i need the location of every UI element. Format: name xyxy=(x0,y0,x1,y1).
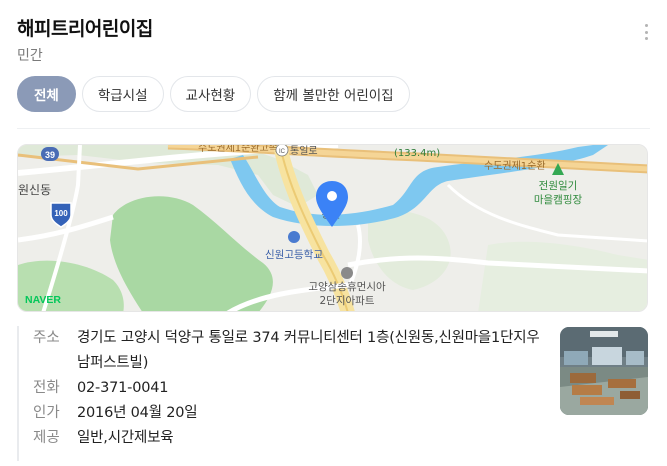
service-label: 제공 xyxy=(33,430,60,446)
phone-label: 전화 xyxy=(33,380,60,396)
approval-row: 인가 2016년 04월 20일 xyxy=(33,401,548,426)
camp-label-1: 전원일기 xyxy=(539,179,578,192)
naver-logo: NAVER xyxy=(25,294,61,306)
tab-bar: 전체 학급시설 교사현황 함께 볼만한 어린이집 xyxy=(17,76,410,112)
address-row: 주소 경기도 고양시 덕양구 통일로 374 커뮤니티센터 1층(신원동,신원마… xyxy=(33,326,548,376)
tongil-label: 통일로 xyxy=(290,145,318,157)
tab-teachers[interactable]: 교사현황 xyxy=(169,76,252,112)
approval-label: 인가 xyxy=(33,405,60,421)
facility-photo[interactable] xyxy=(560,327,648,415)
approval-value: 2016년 04월 20일 xyxy=(77,405,198,421)
divider xyxy=(17,128,650,129)
route-39-label: 39 xyxy=(45,150,55,160)
route-100-label: 100 xyxy=(54,209,68,218)
camp-label-2: 마을캠핑장 xyxy=(534,194,583,206)
road-label-right: 수도권제1순환 xyxy=(484,160,546,172)
wonsin-label: 원신동 xyxy=(18,183,51,197)
page-subtitle: 민간 xyxy=(17,48,43,64)
tab-related-daycares[interactable]: 함께 볼만한 어린이집 xyxy=(257,76,410,112)
phone-value[interactable]: 02-371-0041 xyxy=(77,376,168,401)
phone-row: 전화 02-371-0041 xyxy=(33,376,548,401)
info-list: 주소 경기도 고양시 덕양구 통일로 374 커뮤니티센터 1층(신원동,신원마… xyxy=(17,326,548,461)
apartment-label-1: 고양삼송휴먼시아 xyxy=(308,281,386,293)
page-title: 해피트리어린이집 xyxy=(17,18,153,40)
map-view[interactable]: 39 100 수도권제1순환고속 IC 통일로 (133.4m) 수도권제1순환… xyxy=(17,144,648,312)
service-value: 일반,시간제보육 xyxy=(77,430,174,446)
ic-label: IC xyxy=(279,149,286,155)
header: 해피트리어린이집 민간 xyxy=(17,14,653,70)
apartment-label-2: 2단지아파트 xyxy=(320,295,375,307)
service-row: 제공 일반,시간제보육 xyxy=(33,426,548,451)
tab-class-facilities[interactable]: 학급시설 xyxy=(81,76,164,112)
school-label: 신원고등학교 xyxy=(265,249,323,261)
address-label: 주소 xyxy=(33,330,60,346)
more-options-icon[interactable] xyxy=(639,22,653,42)
distance-label: (133.4m) xyxy=(394,148,440,159)
road-label-top: 수도권제1순환고속 xyxy=(198,145,278,154)
school-icon xyxy=(288,231,300,243)
address-value: 경기도 고양시 덕양구 통일로 374 커뮤니티센터 1층(신원동,신원마을1단… xyxy=(77,330,540,371)
tab-all[interactable]: 전체 xyxy=(17,76,76,112)
apartment-icon xyxy=(341,267,353,279)
